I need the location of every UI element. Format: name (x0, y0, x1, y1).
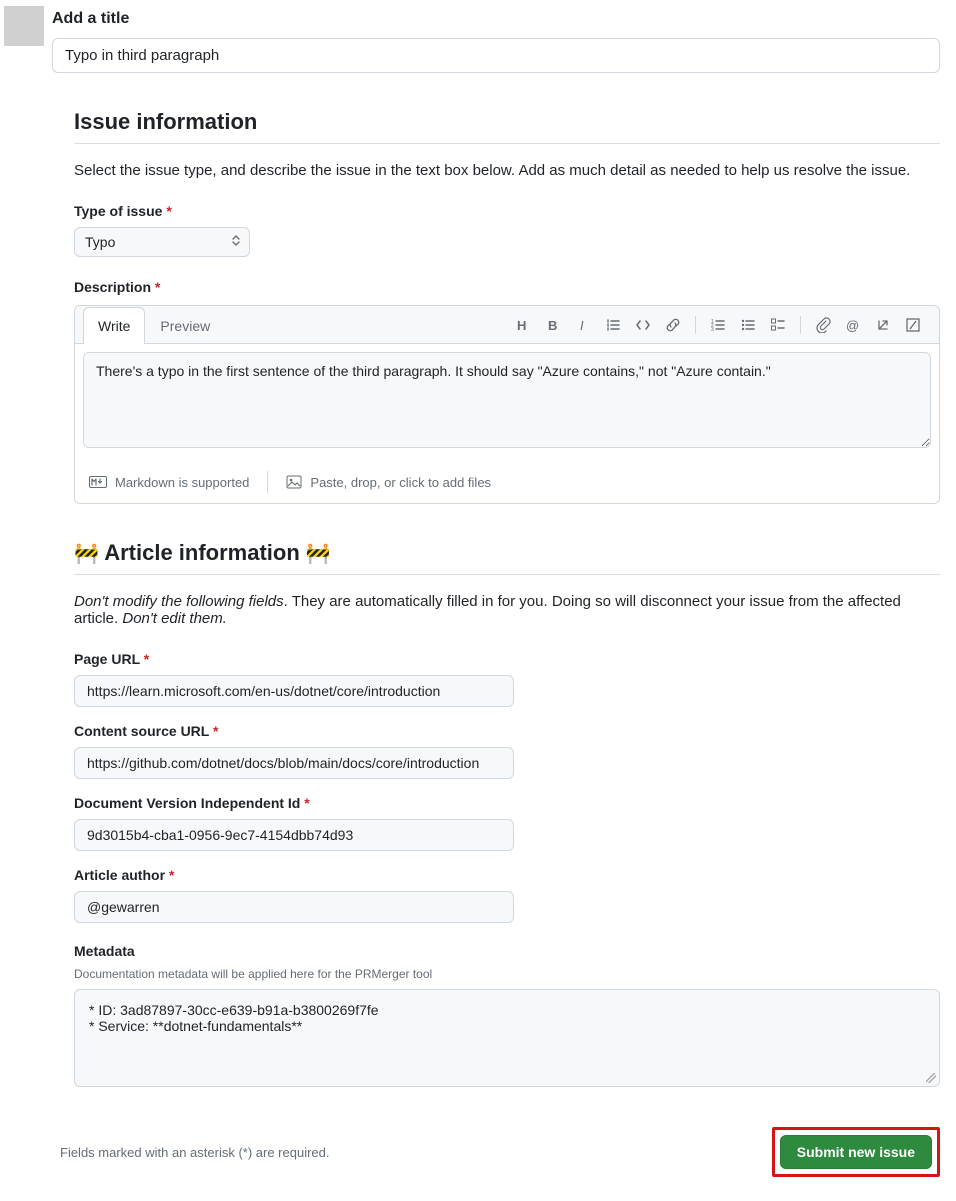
saved-replies-icon[interactable] (899, 311, 927, 339)
ordered-list-icon[interactable]: 123 (704, 311, 732, 339)
metadata-label: Metadata (74, 943, 940, 959)
svg-text:3: 3 (711, 327, 714, 333)
mention-icon[interactable]: @ (839, 311, 867, 339)
code-icon[interactable] (629, 311, 657, 339)
article-author-label: Article author * (74, 867, 940, 883)
article-author-input[interactable] (74, 891, 514, 923)
page-url-label: Page URL * (74, 651, 940, 667)
link-icon[interactable] (659, 311, 687, 339)
task-list-icon[interactable] (764, 311, 792, 339)
type-of-issue-label: Type of issue * (74, 203, 940, 219)
construction-icon: 🚧 (306, 543, 331, 565)
metadata-line: * ID: 3ad87897-30cc-e639-b91a-b3800269f7… (89, 1002, 925, 1018)
article-info-heading: 🚧 Article information 🚧 (74, 540, 940, 575)
description-editor: Write Preview H B I 123 @ (74, 305, 940, 504)
tab-write[interactable]: Write (83, 307, 145, 344)
metadata-line: * Service: **dotnet-fundamentals** (89, 1018, 925, 1034)
issue-info-heading: Issue information (74, 109, 940, 144)
description-label: Description * (74, 279, 940, 295)
page-url-input[interactable] (74, 675, 514, 707)
svg-text:B: B (548, 318, 557, 333)
svg-text:H: H (517, 318, 526, 333)
title-input[interactable] (52, 38, 940, 73)
issue-info-description: Select the issue type, and describe the … (74, 162, 940, 179)
unordered-list-icon[interactable] (734, 311, 762, 339)
markdown-supported[interactable]: Markdown is supported (89, 475, 249, 490)
svg-text:I: I (580, 318, 584, 333)
type-of-issue-value: Typo (85, 234, 115, 250)
description-textarea[interactable] (83, 352, 931, 448)
attach-files[interactable]: Paste, drop, or click to add files (286, 475, 491, 490)
submit-highlight: Submit new issue (772, 1127, 940, 1177)
resize-handle-icon[interactable] (926, 1073, 936, 1083)
type-of-issue-select[interactable]: Typo (74, 227, 250, 257)
chevron-updown-icon (231, 235, 241, 250)
content-source-url-input[interactable] (74, 747, 514, 779)
bold-icon[interactable]: B (539, 311, 567, 339)
doc-version-id-label: Document Version Independent Id * (74, 795, 940, 811)
metadata-help: Documentation metadata will be applied h… (74, 967, 940, 981)
tab-preview[interactable]: Preview (145, 307, 225, 344)
metadata-textarea[interactable]: * ID: 3ad87897-30cc-e639-b91a-b3800269f7… (74, 989, 940, 1087)
avatar (4, 6, 44, 46)
heading-icon[interactable]: H (509, 311, 537, 339)
attach-icon[interactable] (809, 311, 837, 339)
content-source-url-label: Content source URL * (74, 723, 940, 739)
doc-version-id-input[interactable] (74, 819, 514, 851)
construction-icon: 🚧 (74, 543, 99, 565)
svg-text:@: @ (846, 318, 859, 333)
article-info-warning: Don't modify the following fields. They … (74, 593, 940, 627)
italic-icon[interactable]: I (569, 311, 597, 339)
quote-icon[interactable] (599, 311, 627, 339)
cross-reference-icon[interactable] (869, 311, 897, 339)
title-label: Add a title (52, 10, 940, 28)
submit-new-issue-button[interactable]: Submit new issue (780, 1135, 932, 1169)
required-fields-note: Fields marked with an asterisk (*) are r… (60, 1145, 330, 1160)
